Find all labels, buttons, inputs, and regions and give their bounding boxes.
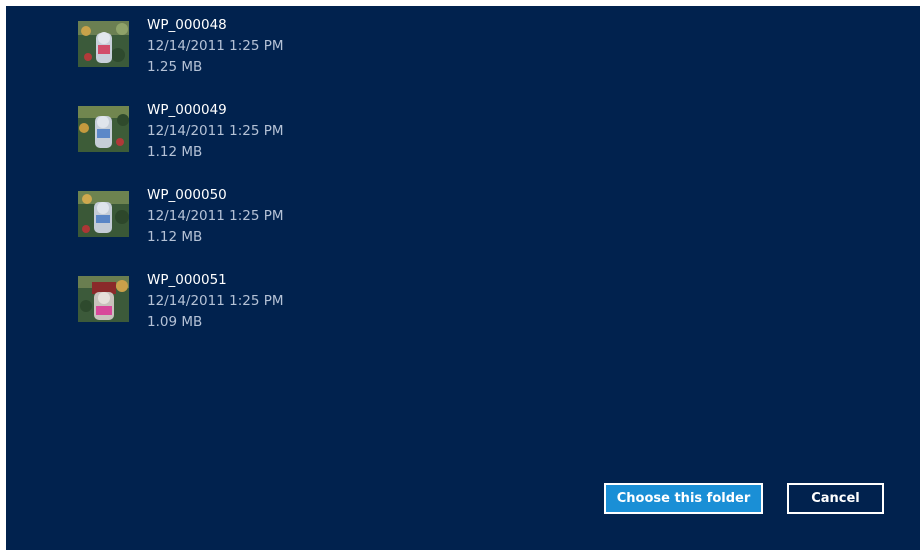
- file-size: 1.12 MB: [147, 229, 203, 245]
- file-date: 12/14/2011 1:25 PM: [147, 123, 284, 139]
- file-size: 1.12 MB: [147, 144, 203, 160]
- file-size: 1.09 MB: [147, 314, 203, 330]
- file-info: WP_000048 12/14/2011 1:25 PM 1.25 MB: [147, 15, 284, 78]
- file-name: WP_000051: [147, 272, 227, 288]
- file-name: WP_000049: [147, 102, 227, 118]
- photo-thumbnail: [78, 106, 129, 152]
- file-item[interactable]: WP_000050 12/14/2011 1:25 PM 1.12 MB: [78, 185, 478, 270]
- file-info: WP_000051 12/14/2011 1:25 PM 1.09 MB: [147, 270, 284, 333]
- file-name: WP_000048: [147, 17, 227, 33]
- photo-thumbnail: [78, 276, 129, 322]
- file-item[interactable]: WP_000048 12/14/2011 1:25 PM 1.25 MB: [78, 15, 478, 100]
- file-picker: WP_000048 12/14/2011 1:25 PM 1.25 MB WP_…: [6, 6, 920, 550]
- photo-thumbnail: [78, 21, 129, 67]
- file-item[interactable]: WP_000049 12/14/2011 1:25 PM 1.12 MB: [78, 100, 478, 185]
- file-info: WP_000050 12/14/2011 1:25 PM 1.12 MB: [147, 185, 284, 248]
- cancel-button[interactable]: Cancel: [787, 483, 884, 514]
- file-list: WP_000048 12/14/2011 1:25 PM 1.25 MB WP_…: [78, 15, 478, 355]
- file-date: 12/14/2011 1:25 PM: [147, 208, 284, 224]
- photo-thumbnail: [78, 191, 129, 237]
- file-date: 12/14/2011 1:25 PM: [147, 293, 284, 309]
- file-date: 12/14/2011 1:25 PM: [147, 38, 284, 54]
- file-info: WP_000049 12/14/2011 1:25 PM 1.12 MB: [147, 100, 284, 163]
- file-name: WP_000050: [147, 187, 227, 203]
- choose-folder-button[interactable]: Choose this folder: [604, 483, 763, 514]
- file-size: 1.25 MB: [147, 59, 203, 75]
- file-item[interactable]: WP_000051 12/14/2011 1:25 PM 1.09 MB: [78, 270, 478, 355]
